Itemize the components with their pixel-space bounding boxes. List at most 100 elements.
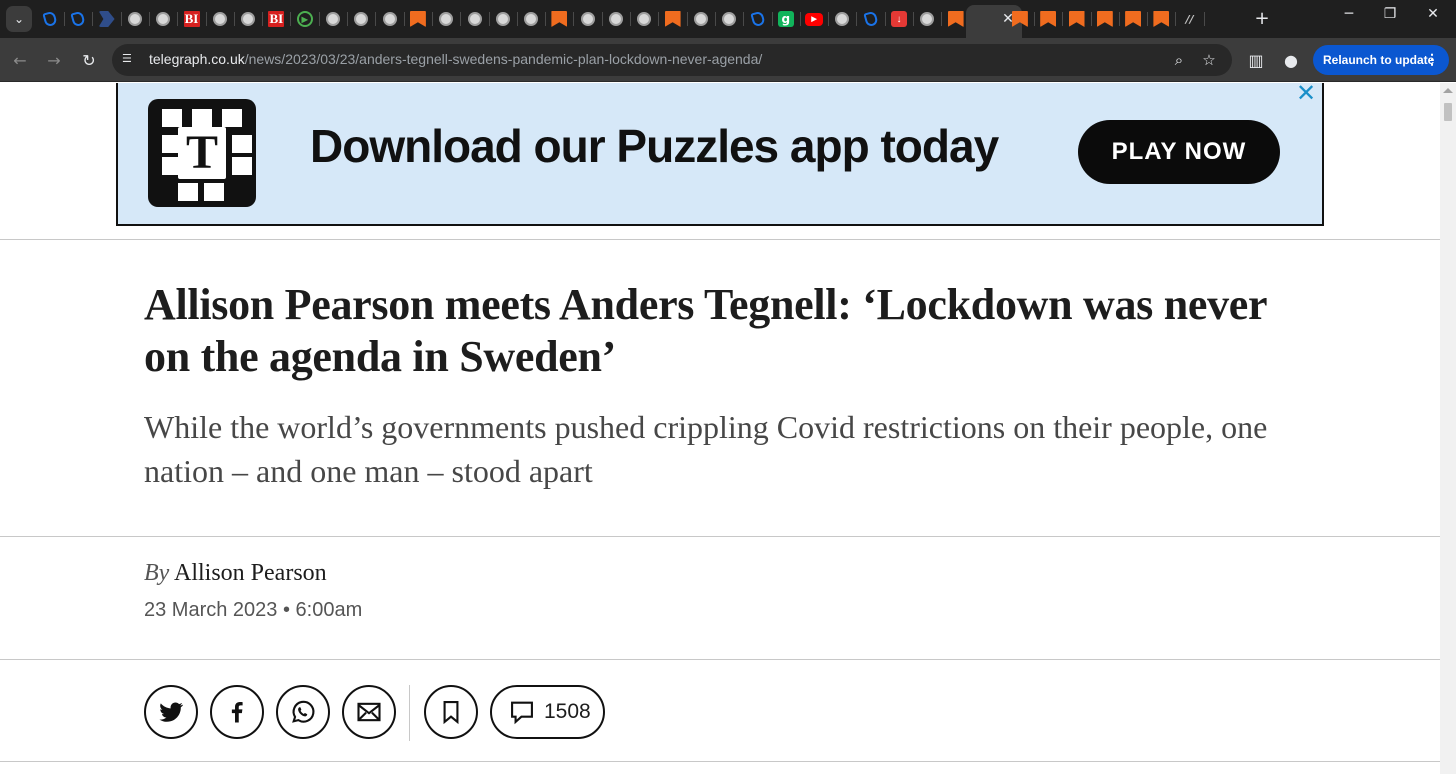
byline: By Allison Pearson (144, 560, 327, 587)
heart-favicon-icon (863, 10, 879, 28)
browser-tab[interactable] (93, 5, 122, 33)
browser-tab[interactable] (461, 5, 490, 33)
minimize-button[interactable]: ─ (1334, 6, 1364, 22)
divider (0, 761, 1440, 762)
zoom-icon[interactable]: ⌕ (1170, 51, 1188, 69)
side-panel-icon: ▥ (1248, 50, 1264, 70)
side-panel-button[interactable]: ▥ (1246, 50, 1266, 70)
site-info-icon[interactable]: ☰ (122, 52, 138, 68)
bookmark-favicon-icon (947, 11, 964, 27)
reload-button[interactable]: ↻ (79, 50, 99, 70)
blue-arrow-favicon-icon (98, 11, 115, 27)
globe-favicon-icon (212, 12, 227, 26)
arrow-left-icon: ← (13, 50, 27, 70)
browser-tab[interactable] (517, 5, 547, 33)
browser-tab[interactable] (149, 5, 179, 33)
browser-tab[interactable] (630, 5, 660, 33)
article-headline: Allison Pearson meets Anders Tegnell: ‘L… (144, 280, 1267, 381)
browser-tab[interactable]: // (1176, 5, 1205, 33)
bookmark-star-icon[interactable]: ☆ (1200, 51, 1218, 69)
browser-tab[interactable] (404, 5, 433, 33)
save-article-button[interactable] (424, 685, 478, 739)
browser-tab[interactable]: ↓ (885, 5, 914, 33)
browser-tab[interactable]: BI (262, 5, 292, 33)
browser-tab[interactable] (64, 5, 94, 33)
facebook-icon (231, 701, 243, 723)
globe-favicon-icon (241, 12, 256, 26)
person-icon: ● (1284, 50, 1298, 70)
browser-tab[interactable] (545, 5, 575, 33)
comment-count: 1508 (544, 700, 591, 723)
restore-button[interactable]: ❐ (1375, 6, 1405, 22)
profile-button[interactable]: ● (1281, 50, 1301, 70)
browser-tab[interactable] (687, 5, 716, 33)
globe-favicon-icon (354, 12, 369, 26)
play-favicon-icon: ▶ (296, 11, 313, 27)
envelope-icon (357, 702, 381, 722)
browser-tab[interactable] (857, 5, 886, 33)
browser-tab[interactable] (432, 5, 462, 33)
ad-headline: Download our Puzzles app today (310, 120, 999, 172)
browser-tab[interactable] (489, 5, 518, 33)
bookmark-icon (443, 701, 459, 725)
browser-tab[interactable] (206, 5, 235, 33)
relaunch-label: Relaunch to update (1323, 53, 1435, 67)
browser-tab[interactable] (376, 5, 405, 33)
browser-tab[interactable] (1119, 5, 1149, 33)
share-email-button[interactable] (342, 685, 396, 739)
browser-tab[interactable] (1006, 5, 1035, 33)
browser-tab[interactable] (234, 5, 264, 33)
browser-tab[interactable] (659, 5, 688, 33)
comments-button[interactable]: 1508 (490, 685, 605, 739)
divider (0, 239, 1440, 240)
ad-close-icon[interactable]: ✕ (1294, 83, 1318, 105)
bookmark-favicon-icon (1125, 11, 1142, 27)
browser-tab[interactable] (744, 5, 773, 33)
globe-favicon-icon (495, 12, 510, 26)
globe-favicon-icon (439, 12, 454, 26)
browser-toolbar: ← → ↻ ☰ telegraph.co.uk/news/2023/03/23/… (0, 38, 1456, 82)
browser-tab[interactable] (602, 5, 631, 33)
browser-tab[interactable]: ▶ (800, 5, 830, 33)
share-twitter-button[interactable] (144, 685, 198, 739)
url-host: telegraph.co.uk (149, 51, 245, 67)
tab-search-button[interactable]: ⌄ (6, 6, 32, 32)
play-now-button[interactable]: PLAY NOW (1078, 120, 1280, 184)
logo-letter: T (178, 127, 226, 179)
back-button[interactable]: ← (10, 50, 30, 70)
g-favicon-icon: g (777, 11, 794, 27)
address-bar[interactable]: ☰ telegraph.co.uk/news/2023/03/23/anders… (112, 44, 1232, 76)
new-tab-button[interactable]: + (1252, 8, 1272, 29)
author-link[interactable]: Allison Pearson (174, 560, 327, 586)
browser-tab[interactable] (347, 5, 377, 33)
url-path: /news/2023/03/23/anders-tegnell-swedens-… (244, 51, 763, 67)
scroll-thumb[interactable] (1444, 103, 1452, 121)
browser-tab[interactable] (319, 5, 348, 33)
url-text[interactable]: telegraph.co.uk/news/2023/03/23/anders-t… (149, 51, 762, 67)
browser-tab[interactable] (913, 5, 943, 33)
browser-tab[interactable] (1034, 5, 1064, 33)
bookmark-favicon-icon (551, 11, 568, 27)
heart-favicon-icon (42, 10, 58, 28)
browser-tab[interactable]: ▶ (291, 5, 320, 33)
close-window-button[interactable]: ✕ (1418, 6, 1448, 22)
scroll-up-icon[interactable] (1443, 88, 1453, 93)
browser-tab[interactable] (828, 5, 858, 33)
browser-tab[interactable] (715, 5, 745, 33)
browser-tab[interactable] (36, 5, 65, 33)
browser-tab[interactable]: g (772, 5, 801, 33)
browser-tab[interactable] (1091, 5, 1120, 33)
browser-tab[interactable]: BI (178, 5, 207, 33)
puzzles-ad-banner[interactable]: T Download our Puzzles app today PLAY NO… (116, 83, 1324, 226)
globe-favicon-icon (127, 12, 142, 26)
article-standfirst: While the world’s governments pushed cri… (144, 409, 1268, 489)
browser-tab[interactable] (1063, 5, 1092, 33)
share-facebook-button[interactable] (210, 685, 264, 739)
browser-tab[interactable] (574, 5, 603, 33)
share-whatsapp-button[interactable] (276, 685, 330, 739)
browser-tab[interactable] (121, 5, 150, 33)
relaunch-button[interactable]: Relaunch to update ⋮ (1313, 45, 1449, 75)
forward-button[interactable]: → (44, 50, 64, 70)
browser-tab[interactable] (1147, 5, 1177, 33)
page-scrollbar[interactable] (1440, 83, 1456, 774)
